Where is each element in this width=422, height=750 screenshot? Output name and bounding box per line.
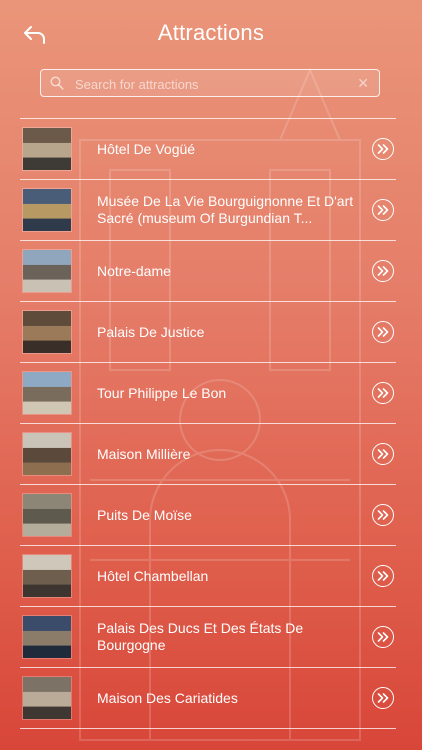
attraction-thumbnail	[23, 128, 71, 170]
double-chevron-right-icon[interactable]	[372, 687, 394, 709]
list-item[interactable]: Hôtel Chambellan	[20, 546, 396, 607]
list-item[interactable]: Hôtel De Vogüé	[20, 119, 396, 180]
clear-search-icon[interactable]: ✕	[357, 75, 369, 91]
search-bar[interactable]: ✕	[40, 69, 380, 98]
double-chevron-right-icon[interactable]	[372, 260, 394, 282]
attraction-name: Musée De La Vie Bourguignonne Et D'art S…	[97, 193, 354, 226]
double-chevron-right-icon[interactable]	[372, 626, 394, 648]
attraction-thumbnail	[23, 616, 71, 658]
list-item[interactable]: Puits De Moïse	[20, 485, 396, 546]
list-item[interactable]: Palais Des Ducs Et Des États De Bourgogn…	[20, 607, 396, 668]
list-item[interactable]: Maison Millière	[20, 424, 396, 485]
attraction-name: Hôtel Chambellan	[97, 567, 209, 584]
search-icon	[50, 76, 64, 90]
header-bar: Attractions	[0, 0, 422, 68]
attraction-name: Tour Philippe Le Bon	[97, 384, 227, 401]
attractions-list: Hôtel De Vogüé Musée De La Vie Bourguigno…	[20, 118, 396, 729]
attraction-name: Maison Millière	[97, 445, 191, 462]
attraction-name: Palais Des Ducs Et Des États De Bourgogn…	[97, 620, 304, 653]
double-chevron-right-icon[interactable]	[372, 199, 394, 221]
list-item[interactable]: Palais De Justice	[20, 302, 396, 363]
attraction-thumbnail	[23, 189, 71, 231]
double-chevron-right-icon[interactable]	[372, 138, 394, 160]
attraction-thumbnail	[23, 372, 71, 414]
attraction-thumbnail	[23, 433, 71, 475]
attraction-name: Palais De Justice	[97, 323, 205, 340]
double-chevron-right-icon[interactable]	[372, 504, 394, 526]
double-chevron-right-icon[interactable]	[372, 382, 394, 404]
attraction-thumbnail	[23, 250, 71, 292]
list-item[interactable]: Maison Des Cariatides	[20, 668, 396, 729]
double-chevron-right-icon[interactable]	[372, 565, 394, 587]
page-title: Attractions	[157, 20, 265, 45]
attraction-name: Notre-dame	[97, 262, 171, 279]
list-item[interactable]: Tour Philippe Le Bon	[20, 363, 396, 424]
attraction-name: Maison Des Cariatides	[97, 689, 238, 706]
attraction-thumbnail	[23, 494, 71, 536]
attraction-thumbnail	[23, 311, 71, 353]
double-chevron-right-icon[interactable]	[372, 321, 394, 343]
attraction-name: Puits De Moïse	[97, 506, 192, 523]
attraction-thumbnail	[23, 555, 71, 597]
double-chevron-right-icon[interactable]	[372, 443, 394, 465]
list-item[interactable]: Notre-dame	[20, 241, 396, 302]
attraction-name: Hôtel De Vogüé	[97, 140, 196, 157]
search-input[interactable]	[73, 70, 357, 98]
list-item[interactable]: Musée De La Vie Bourguignonne Et D'art S…	[20, 180, 396, 241]
attraction-thumbnail	[23, 677, 71, 719]
